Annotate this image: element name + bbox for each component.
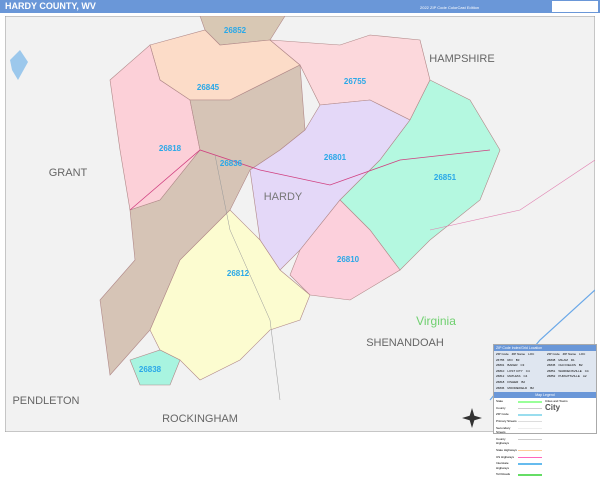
index-zip: 26810 <box>496 368 505 373</box>
zip-index-left: ZIP Code ZIP Name LOC 26755 RIO B3 26801 BAKER C… <box>494 351 545 392</box>
zip-label: 26851 <box>434 173 457 182</box>
index-name: BAKER <box>507 363 518 368</box>
legend-key-item: State <box>494 398 544 405</box>
publisher-logo <box>552 1 598 12</box>
legend-line-swatch <box>518 414 542 416</box>
legend-key-item: ZIP Code <box>494 411 544 418</box>
legend-line-swatch <box>518 474 542 476</box>
legend-key-item: Primary Streets <box>494 418 544 425</box>
legend-line-swatch <box>518 427 542 430</box>
legend-key-item: Interstate Highways <box>494 460 544 471</box>
map-title: HARDY COUNTY, WV <box>5 1 96 11</box>
map-legend: ZIP Code Index/Grid Location ZIP Code ZIP… <box>493 344 597 476</box>
index-zip: 26852 <box>547 374 556 379</box>
legend-key-label: Secondary Streets <box>496 425 511 435</box>
index-column-header: LOC <box>528 352 535 356</box>
zip-index-right: ZIP Code ZIP Name LOC 26838 MILAM D1 26845 OLD … <box>545 351 596 392</box>
legend-key-item: County Highways <box>494 436 544 447</box>
index-zip: 26801 <box>496 363 505 368</box>
index-name: MATHIAS <box>507 374 521 379</box>
zip-label: 26838 <box>139 365 162 374</box>
index-name: WARDENSVILLE <box>558 368 582 373</box>
zip-label: 26845 <box>197 83 220 92</box>
legend-line-swatch <box>518 407 542 410</box>
legend-key-label: ZIP Code <box>496 412 509 417</box>
county-label: HARDY <box>264 191 303 203</box>
index-column-header: ZIP Name <box>562 352 577 356</box>
index-name: RIO <box>507 357 513 362</box>
index-loc: C3 <box>520 363 525 368</box>
index-zip: 26838 <box>547 357 556 362</box>
legend-key-item: Toll Roads <box>494 471 544 478</box>
neighbor-label: GRANT <box>49 167 88 179</box>
legend-key-label: County <box>496 405 506 410</box>
index-loc: B3 <box>515 357 520 362</box>
legend-line-swatch <box>518 401 542 403</box>
neighbor-label: PENDLETON <box>12 395 79 407</box>
index-column-header: ZIP Code <box>547 352 560 356</box>
index-name: LOST CITY <box>507 368 523 373</box>
index-column-header: LOC <box>579 352 586 356</box>
legend-key-label: State <box>496 399 504 404</box>
index-name: OLD FIELDS <box>558 363 576 368</box>
legend-key-item: Secondary Streets <box>494 425 544 436</box>
index-zip: 26851 <box>547 368 556 373</box>
legend-key-label: County Highways <box>496 436 510 446</box>
index-zip: 26818 <box>496 379 505 384</box>
index-loc: B2 <box>578 363 583 368</box>
index-zip: 26812 <box>496 374 505 379</box>
header-bar: HARDY COUNTY, WV 2022 ZIP Code ColorCast… <box>0 0 600 13</box>
index-loc: B2 <box>521 379 526 384</box>
index-zip: 26845 <box>547 363 556 368</box>
zip-label: 26818 <box>159 144 182 153</box>
neighbor-label: HAMPSHIRE <box>429 53 494 65</box>
index-loc: D1 <box>570 357 575 362</box>
legend-line-swatch <box>518 449 542 452</box>
state-label: Virginia <box>416 314 456 328</box>
index-loc: C4 <box>523 374 528 379</box>
index-row: 26836 MOOREFIELD B2 <box>495 386 544 392</box>
index-zip: 26755 <box>496 357 505 362</box>
neighbor-label: ROCKINGHAM <box>162 413 238 425</box>
zip-label: 26812 <box>227 269 250 278</box>
index-column-header: ZIP Name <box>511 352 526 356</box>
legend-key-label: Primary Streets <box>496 418 517 423</box>
legend-key-label: State Highways <box>496 447 517 452</box>
zip-label: 26801 <box>324 153 347 162</box>
zip-label: 26852 <box>224 26 247 35</box>
zip-label: 26836 <box>220 159 243 168</box>
legend-key-label: Toll Roads <box>496 472 511 477</box>
legend-line-swatch <box>518 438 542 441</box>
index-name: MOOREFIELD <box>507 385 528 390</box>
index-loc: B2 <box>530 385 534 390</box>
legend-line-swatch <box>518 463 542 465</box>
legend-key-item: US Highways <box>494 454 544 461</box>
index-name: MILAM <box>558 357 568 362</box>
legend-line-swatch <box>518 456 542 458</box>
index-row: 26852 PURGITSVILLE A2 <box>546 374 595 380</box>
index-loc: C4 <box>584 368 589 373</box>
index-name: PURGITSVILLE <box>558 374 580 379</box>
index-column-header: ZIP Code <box>496 352 509 356</box>
city-sample: City <box>545 403 561 413</box>
index-loc: C4 <box>525 368 530 373</box>
legend-line-swatch <box>518 420 542 423</box>
legend-key-item: County <box>494 405 544 412</box>
zip-label: 26810 <box>337 255 360 264</box>
index-zip: 26836 <box>496 385 505 390</box>
index-loc: A2 <box>582 374 587 379</box>
legend-key-label: Interstate Highways <box>496 461 510 470</box>
edition-label: 2022 ZIP Code ColorCast Edition <box>420 5 480 10</box>
index-name: FISHER <box>507 379 519 384</box>
legend-key-label: US Highways <box>496 454 515 459</box>
neighbor-label: SHENANDOAH <box>366 337 444 349</box>
legend-key-item: State Highways <box>494 447 544 454</box>
zip-label: 26755 <box>344 77 367 86</box>
